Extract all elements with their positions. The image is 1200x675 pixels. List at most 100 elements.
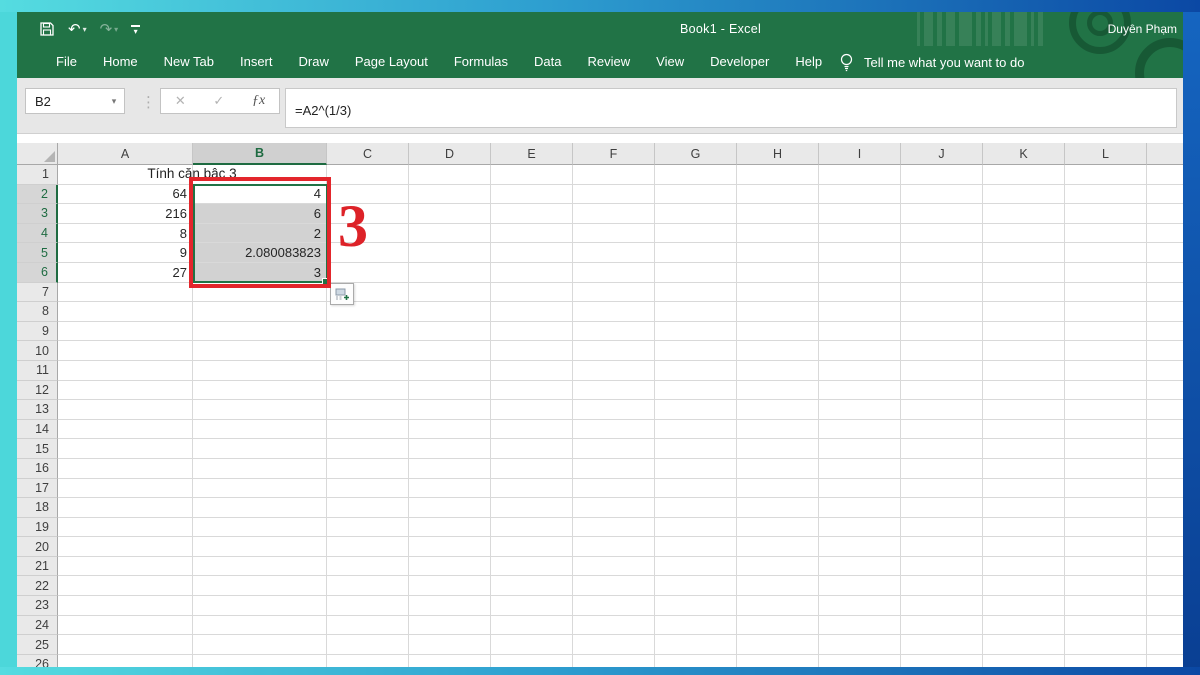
row-header-23[interactable]: 23 bbox=[17, 596, 58, 616]
enter-check-icon[interactable]: ✓ bbox=[213, 93, 224, 109]
cell-k24[interactable] bbox=[983, 616, 1065, 636]
cell-j21[interactable] bbox=[901, 557, 983, 577]
cell-l16[interactable] bbox=[1065, 459, 1147, 479]
cell-l2[interactable] bbox=[1065, 185, 1147, 205]
cell-d7[interactable] bbox=[409, 283, 491, 303]
cell-b19[interactable] bbox=[193, 518, 327, 538]
column-header-h[interactable]: H bbox=[737, 143, 819, 165]
cell-j23[interactable] bbox=[901, 596, 983, 616]
cell-a1[interactable] bbox=[58, 165, 193, 185]
cell-g11[interactable] bbox=[655, 361, 737, 381]
cell-h19[interactable] bbox=[737, 518, 819, 538]
cell-d25[interactable] bbox=[409, 635, 491, 655]
cell-j16[interactable] bbox=[901, 459, 983, 479]
tell-me-box[interactable]: Tell me what you want to do bbox=[839, 46, 1024, 78]
cell-h21[interactable] bbox=[737, 557, 819, 577]
cell-e9[interactable] bbox=[491, 322, 573, 342]
cell-b23[interactable] bbox=[193, 596, 327, 616]
cell-g5[interactable] bbox=[655, 243, 737, 263]
cell-h10[interactable] bbox=[737, 341, 819, 361]
cell-l23[interactable] bbox=[1065, 596, 1147, 616]
cell-d9[interactable] bbox=[409, 322, 491, 342]
cell-i23[interactable] bbox=[819, 596, 901, 616]
cell-f5[interactable] bbox=[573, 243, 655, 263]
cell-f25[interactable] bbox=[573, 635, 655, 655]
cell-i2[interactable] bbox=[819, 185, 901, 205]
cell-m18[interactable] bbox=[1147, 498, 1183, 518]
cell-e21[interactable] bbox=[491, 557, 573, 577]
ribbon-tab-new-tab[interactable]: New Tab bbox=[151, 46, 227, 78]
cell-d26[interactable] bbox=[409, 655, 491, 667]
ribbon-tab-help[interactable]: Help bbox=[782, 46, 835, 78]
cell-l15[interactable] bbox=[1065, 439, 1147, 459]
cell-m5[interactable] bbox=[1147, 243, 1183, 263]
cell-d13[interactable] bbox=[409, 400, 491, 420]
cell-e11[interactable] bbox=[491, 361, 573, 381]
row-header-4[interactable]: 4 bbox=[17, 224, 58, 244]
cell-f7[interactable] bbox=[573, 283, 655, 303]
cell-f6[interactable] bbox=[573, 263, 655, 283]
cell-k11[interactable] bbox=[983, 361, 1065, 381]
cell-g17[interactable] bbox=[655, 479, 737, 499]
cell-e20[interactable] bbox=[491, 537, 573, 557]
cell-m16[interactable] bbox=[1147, 459, 1183, 479]
cell-l26[interactable] bbox=[1065, 655, 1147, 667]
row-header-8[interactable]: 8 bbox=[17, 302, 58, 322]
cell-a10[interactable] bbox=[58, 341, 193, 361]
cell-h12[interactable] bbox=[737, 381, 819, 401]
row-header-5[interactable]: 5 bbox=[17, 243, 58, 263]
cell-k3[interactable] bbox=[983, 204, 1065, 224]
cell-l13[interactable] bbox=[1065, 400, 1147, 420]
ribbon-tab-review[interactable]: Review bbox=[575, 46, 644, 78]
formula-input[interactable] bbox=[285, 88, 1177, 128]
cell-j11[interactable] bbox=[901, 361, 983, 381]
cell-i15[interactable] bbox=[819, 439, 901, 459]
cell-k7[interactable] bbox=[983, 283, 1065, 303]
row-header-14[interactable]: 14 bbox=[17, 420, 58, 440]
cell-b6[interactable]: 3 bbox=[193, 263, 327, 283]
cell-l6[interactable] bbox=[1065, 263, 1147, 283]
cell-m11[interactable] bbox=[1147, 361, 1183, 381]
cell-i1[interactable] bbox=[819, 165, 901, 185]
cell-b16[interactable] bbox=[193, 459, 327, 479]
cell-k12[interactable] bbox=[983, 381, 1065, 401]
cell-j24[interactable] bbox=[901, 616, 983, 636]
cell-i12[interactable] bbox=[819, 381, 901, 401]
cell-d20[interactable] bbox=[409, 537, 491, 557]
cell-m24[interactable] bbox=[1147, 616, 1183, 636]
cell-k18[interactable] bbox=[983, 498, 1065, 518]
undo-dropdown-icon[interactable]: ▾ bbox=[83, 25, 87, 34]
cell-m14[interactable] bbox=[1147, 420, 1183, 440]
cell-d2[interactable] bbox=[409, 185, 491, 205]
cell-b2[interactable]: 4 bbox=[193, 185, 327, 205]
cell-e12[interactable] bbox=[491, 381, 573, 401]
cell-g21[interactable] bbox=[655, 557, 737, 577]
cell-d4[interactable] bbox=[409, 224, 491, 244]
cell-i19[interactable] bbox=[819, 518, 901, 538]
cell-b18[interactable] bbox=[193, 498, 327, 518]
cell-g23[interactable] bbox=[655, 596, 737, 616]
cell-h23[interactable] bbox=[737, 596, 819, 616]
cell-b12[interactable] bbox=[193, 381, 327, 401]
cell-j6[interactable] bbox=[901, 263, 983, 283]
cell-f11[interactable] bbox=[573, 361, 655, 381]
cell-a5[interactable]: 9 bbox=[58, 243, 193, 263]
cell-a16[interactable] bbox=[58, 459, 193, 479]
cell-i25[interactable] bbox=[819, 635, 901, 655]
cell-f4[interactable] bbox=[573, 224, 655, 244]
cell-h4[interactable] bbox=[737, 224, 819, 244]
cell-h26[interactable] bbox=[737, 655, 819, 667]
cell-i24[interactable] bbox=[819, 616, 901, 636]
cell-f2[interactable] bbox=[573, 185, 655, 205]
cell-k6[interactable] bbox=[983, 263, 1065, 283]
cell-l19[interactable] bbox=[1065, 518, 1147, 538]
cell-b8[interactable] bbox=[193, 302, 327, 322]
cell-e24[interactable] bbox=[491, 616, 573, 636]
cell-j15[interactable] bbox=[901, 439, 983, 459]
row-header-25[interactable]: 25 bbox=[17, 635, 58, 655]
cell-i20[interactable] bbox=[819, 537, 901, 557]
row-header-21[interactable]: 21 bbox=[17, 557, 58, 577]
cell-m25[interactable] bbox=[1147, 635, 1183, 655]
cell-c8[interactable] bbox=[327, 302, 409, 322]
cell-d5[interactable] bbox=[409, 243, 491, 263]
